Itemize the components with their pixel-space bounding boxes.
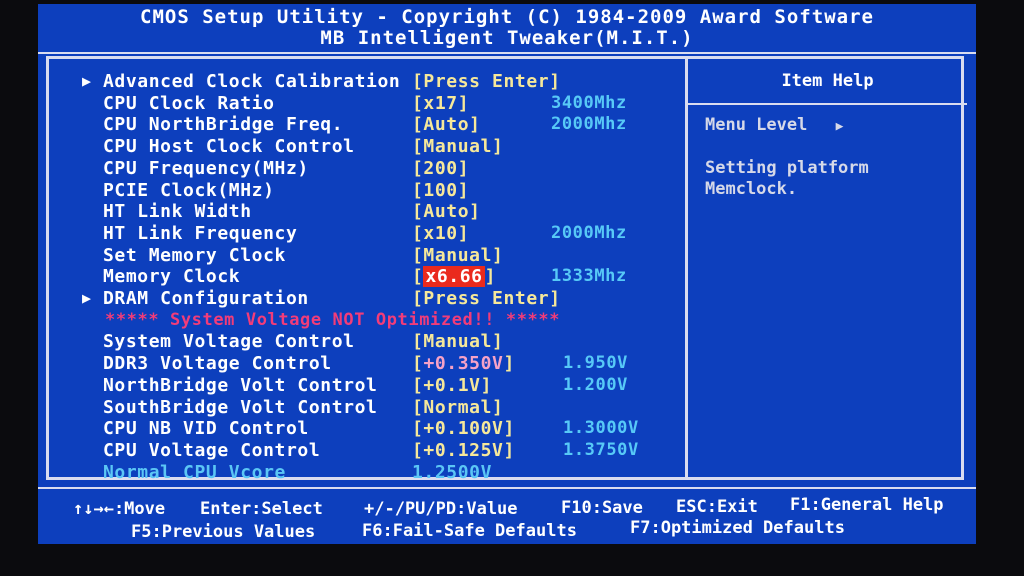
menu-row-value[interactable]: [Press Enter]: [412, 71, 561, 92]
menu-row-value[interactable]: [x17]: [412, 93, 469, 114]
menu-row-readout: 1333Mhz: [551, 266, 627, 287]
menu-level-label: Menu Level: [705, 115, 808, 135]
menu-row-readout: 1.200V: [563, 374, 629, 395]
help-text-line-2: Memclock.: [705, 179, 798, 199]
voltage-warning-row: ***** System Voltage NOT Optimized!! ***…: [49, 310, 685, 332]
menu-row[interactable]: NorthBridge Volt Control [+0.1V] 1.200V: [49, 375, 685, 397]
menu-row[interactable]: CPU Frequency(MHz) [200]: [49, 158, 685, 180]
footer-move: ↑↓→←:Move: [73, 499, 166, 519]
menu-row-value[interactable]: [x6.66]: [412, 266, 497, 288]
menu-row-readout: 1.3000V: [563, 418, 639, 439]
help-text-line-1: Setting platform: [705, 158, 869, 178]
header-divider: [38, 52, 976, 54]
submenu-arrow-icon: ▶: [82, 72, 92, 90]
menu-row-label: CPU Clock Ratio: [103, 92, 275, 114]
menu-row-label: CPU NB VID Control: [103, 418, 309, 440]
menu-row-value[interactable]: [+0.350V]: [412, 353, 515, 374]
menu-row[interactable]: ▶ DRAM Configuration [Press Enter]: [49, 288, 685, 310]
menu-row-value[interactable]: [200]: [412, 158, 469, 179]
menu-level-row: Menu Level ▶: [705, 115, 843, 135]
menu-row-label: SouthBridge Volt Control: [103, 396, 378, 418]
panel-divider: [685, 59, 688, 477]
menu-row-label: HT Link Frequency: [103, 222, 298, 244]
value-bracket-close: ]: [503, 353, 515, 375]
value-bracket-open: [: [412, 266, 424, 288]
footer-f1: F1:General Help: [790, 495, 944, 515]
header-title: CMOS Setup Utility - Copyright (C) 1984-…: [140, 6, 874, 28]
menu-row-label: DRAM Configuration: [103, 288, 309, 309]
menu-row-label: CPU Voltage Control: [103, 439, 321, 461]
menu-row[interactable]: ▶ Advanced Clock Calibration [Press Enter]: [49, 71, 685, 93]
menu-row[interactable]: PCIE Clock(MHz) [100]: [49, 180, 685, 202]
menu-row-readout: 1.950V: [563, 353, 629, 374]
value-bracket-close: ]: [484, 266, 497, 288]
modified-value[interactable]: +0.350V: [423, 353, 503, 374]
menu-row-value[interactable]: [100]: [412, 180, 469, 201]
menu-row-label: Set Memory Clock: [103, 244, 286, 266]
bios-screen: CMOS Setup Utility - Copyright (C) 1984-…: [38, 4, 976, 544]
menu-row[interactable]: CPU Clock Ratio [x17] 3400Mhz: [49, 93, 685, 115]
menu-row[interactable]: Memory Clock [x6.66] 1333Mhz: [49, 266, 685, 288]
menu-row-readout: 2000Mhz: [551, 114, 627, 135]
right-triangle-icon: ▶: [835, 119, 844, 134]
menu-row-label: HT Link Width: [103, 201, 252, 223]
menu-row-value[interactable]: [+0.125V]: [412, 440, 515, 461]
menu-row-value[interactable]: [Auto]: [412, 114, 481, 135]
menu-row[interactable]: CPU NB VID Control [+0.100V] 1.3000V: [49, 418, 685, 440]
submenu-arrow-icon: ▶: [82, 289, 92, 307]
menu-row: Normal CPU Vcore 1.2500V: [49, 462, 685, 484]
menu-row-label: Memory Clock: [103, 266, 241, 288]
menu-row-value[interactable]: [Manual]: [412, 136, 504, 157]
menu-row-label: CPU Frequency(MHz): [103, 157, 309, 179]
footer-f7: F7:Optimized Defaults: [630, 518, 845, 538]
menu-row-value[interactable]: [Normal]: [412, 397, 504, 418]
menu-row[interactable]: CPU Voltage Control [+0.125V] 1.3750V: [49, 440, 685, 462]
menu-row-value[interactable]: [Manual]: [412, 245, 504, 266]
voltage-warning-text: ***** System Voltage NOT Optimized!! ***…: [105, 309, 561, 330]
menu-row-value: 1.2500V: [412, 461, 493, 483]
page-title: MB Intelligent Tweaker(M.I.T.): [320, 27, 694, 49]
menu-row[interactable]: System Voltage Control [Manual]: [49, 331, 685, 353]
footer-divider: [38, 487, 976, 489]
menu-row-readout: 1.3750V: [563, 439, 639, 460]
menu-row-label: DDR3 Voltage Control: [103, 353, 332, 375]
footer-f6: F6:Fail-Safe Defaults: [362, 521, 577, 541]
menu-row[interactable]: DDR3 Voltage Control [+0.350V] 1.950V: [49, 353, 685, 375]
menu-row-value[interactable]: [+0.100V]: [412, 418, 515, 439]
footer-esc: ESC:Exit: [676, 497, 758, 517]
menu-row[interactable]: Set Memory Clock [Manual]: [49, 245, 685, 267]
menu-row[interactable]: HT Link Frequency [x10] 2000Mhz: [49, 223, 685, 245]
menu-row-readout: 3400Mhz: [551, 92, 627, 113]
menu-row-value[interactable]: [+0.1V]: [412, 375, 492, 396]
menu-row[interactable]: SouthBridge Volt Control [Normal]: [49, 397, 685, 419]
menu-row-value[interactable]: [Manual]: [412, 331, 504, 352]
menu-row-value[interactable]: [Auto]: [412, 201, 481, 222]
menu-row-readout: 2000Mhz: [551, 222, 627, 243]
footer-f5: F5:Previous Values: [131, 522, 316, 542]
menu-row-label: CPU Host Clock Control: [103, 136, 355, 158]
menu-row-label: CPU NorthBridge Freq.: [103, 114, 344, 136]
menu-row-label: Advanced Clock Calibration: [103, 71, 401, 92]
footer-f10: F10:Save: [561, 498, 643, 518]
menu-row-value[interactable]: [Press Enter]: [412, 288, 561, 309]
menu-row-label: PCIE Clock(MHz): [103, 179, 275, 201]
menu-row[interactable]: CPU NorthBridge Freq. [Auto] 2000Mhz: [49, 114, 685, 136]
selected-value-highlight[interactable]: x6.66: [423, 266, 485, 288]
menu-row-value[interactable]: [x10]: [412, 223, 469, 244]
menu-row[interactable]: CPU Host Clock Control [Manual]: [49, 136, 685, 158]
main-frame: ▶ Advanced Clock Calibration [Press Enter]…: [46, 56, 967, 483]
menu-row-label: Normal CPU Vcore: [103, 461, 286, 483]
value-bracket-open: [: [412, 353, 424, 375]
footer-value: +/-/PU/PD:Value: [364, 499, 518, 519]
menu-row-label: System Voltage Control: [103, 331, 355, 353]
menu-row[interactable]: HT Link Width [Auto]: [49, 201, 685, 223]
footer-enter: Enter:Select: [200, 499, 323, 519]
item-help-title: Item Help: [781, 71, 874, 91]
menu-row-label: NorthBridge Volt Control: [103, 374, 378, 396]
item-help-divider: [688, 103, 967, 105]
